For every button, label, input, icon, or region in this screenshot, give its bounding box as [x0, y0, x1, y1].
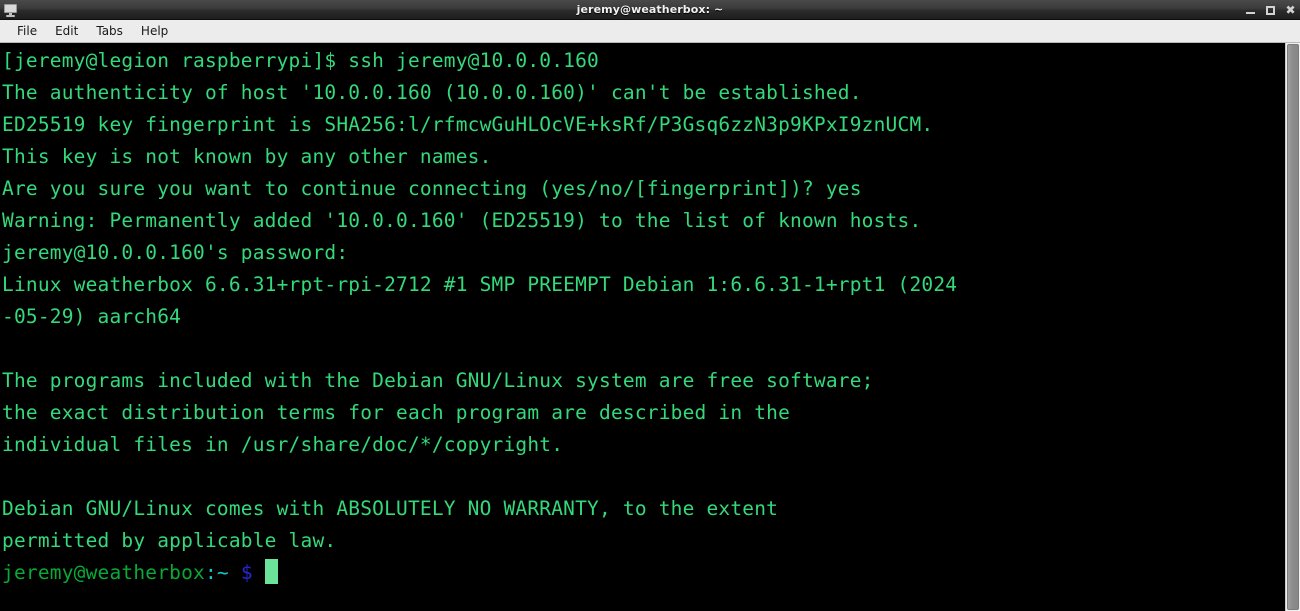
menu-item-tabs[interactable]: Tabs — [87, 22, 132, 40]
text-cursor[interactable] — [264, 559, 278, 584]
close-icon[interactable]: ✖ — [1285, 4, 1296, 16]
terminal-line: permitted by applicable law. — [2, 529, 337, 552]
prompt-user-host: jeremy@weatherbox — [2, 561, 205, 584]
terminal-line: The programs included with the Debian GN… — [2, 369, 874, 392]
terminal-line: -05-29) aarch64 — [2, 305, 182, 328]
terminal-line: Are you sure you want to continue connec… — [2, 177, 862, 200]
vertical-scrollbar[interactable] — [1285, 43, 1300, 611]
minimize-button[interactable] — [1245, 5, 1256, 16]
window-title: jeremy@weatherbox: ~ — [576, 3, 724, 16]
prompt-symbol: $ — [240, 561, 253, 584]
shell-prompt-line: jeremy@weatherbox:~ $ — [2, 557, 1285, 589]
title-bar[interactable]: jeremy@weatherbox: ~ ✖ — [0, 0, 1300, 20]
menu-item-help[interactable]: Help — [132, 22, 177, 40]
terminal-line: the exact distribution terms for each pr… — [2, 401, 791, 424]
window-controls: ✖ — [1245, 0, 1296, 20]
terminal-line: Linux weatherbox 6.6.31+rpt-rpi-2712 #1 … — [2, 273, 958, 296]
scrollbar-thumb[interactable] — [1287, 44, 1299, 610]
terminal-line: individual files in /usr/share/doc/*/cop… — [2, 433, 564, 456]
menu-item-edit[interactable]: Edit — [46, 22, 87, 40]
terminal-area: [jeremy@legion raspberrypi]$ ssh jeremy@… — [0, 43, 1300, 611]
terminal-line: This key is not known by any other names… — [2, 145, 492, 168]
terminal-line: Debian GNU/Linux comes with ABSOLUTELY N… — [2, 497, 779, 520]
terminal-line: [jeremy@legion raspberrypi]$ ssh jeremy@… — [2, 49, 599, 72]
terminal-line: The authenticity of host '10.0.0.160 (10… — [2, 81, 862, 104]
terminal-line: ED25519 key fingerprint is SHA256:l/rfmc… — [2, 113, 934, 136]
terminal-monitor-icon — [3, 2, 19, 18]
prompt-path: :~ — [204, 561, 229, 584]
menu-bar: File Edit Tabs Help — [0, 20, 1300, 43]
terminal-window: jeremy@weatherbox: ~ ✖ File Edit Tabs He… — [0, 0, 1300, 611]
menu-item-file[interactable]: File — [8, 22, 46, 40]
terminal-line: jeremy@10.0.0.160's password: — [2, 241, 349, 264]
terminal-line: Warning: Permanently added '10.0.0.160' … — [2, 209, 922, 232]
terminal-output[interactable]: [jeremy@legion raspberrypi]$ ssh jeremy@… — [0, 43, 1285, 611]
maximize-button[interactable] — [1265, 5, 1276, 16]
